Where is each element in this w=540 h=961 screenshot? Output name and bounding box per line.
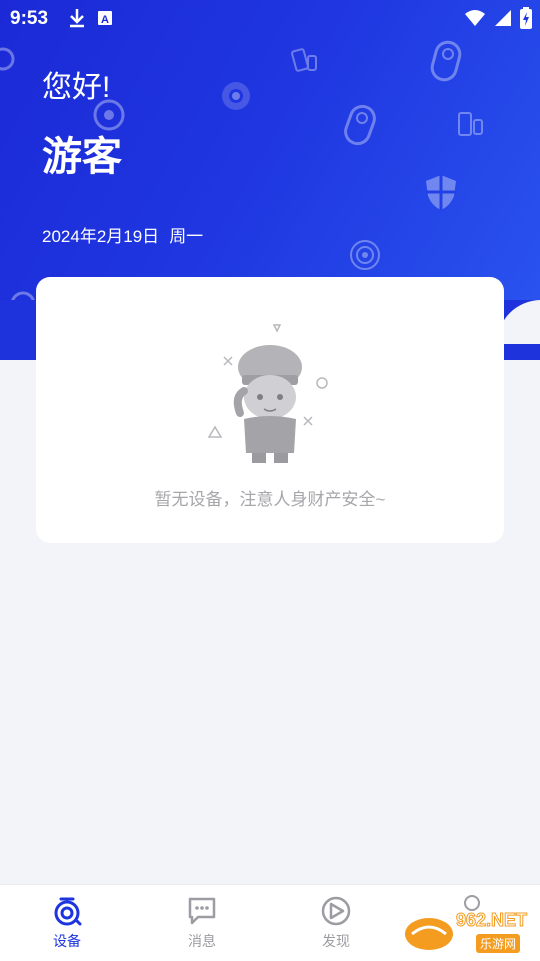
signal-icon bbox=[495, 10, 511, 26]
battery-icon bbox=[520, 7, 532, 29]
date-text: 2024年2月19日 bbox=[42, 227, 160, 246]
tab-device[interactable]: 设备 bbox=[27, 895, 107, 959]
device-card: 暂无设备，注意人身财产安全~ bbox=[36, 277, 504, 543]
weekday-text: 周一 bbox=[169, 227, 204, 246]
watermark-logo-icon bbox=[405, 918, 453, 950]
circle-deco-icon bbox=[0, 47, 15, 71]
police-mascot-icon bbox=[207, 324, 328, 463]
speaker-deco-icon bbox=[350, 240, 380, 270]
status-time: 9:53 bbox=[10, 8, 49, 29]
tab-discover-label: 发现 bbox=[322, 933, 350, 949]
translate-icon: A bbox=[98, 11, 112, 26]
shield-deco-icon bbox=[426, 175, 456, 210]
tracker-deco-icon bbox=[344, 104, 376, 146]
greeting-text: 您好! bbox=[42, 71, 111, 104]
download-icon bbox=[70, 9, 84, 28]
message-icon bbox=[188, 897, 216, 925]
watermark-text: 962.NET bbox=[455, 910, 528, 931]
empty-devices-message: 暂无设备，注意人身财产安全~ bbox=[154, 490, 386, 509]
wifi-icon bbox=[465, 10, 485, 26]
phone-deco-icon bbox=[458, 112, 483, 136]
status-system-icons bbox=[464, 7, 532, 29]
date-line: 2024年2月19日 周一 bbox=[42, 222, 203, 247]
tab-message[interactable]: 消息 bbox=[162, 895, 242, 959]
camera-deco-icon bbox=[222, 82, 250, 110]
status-notifications: A bbox=[68, 8, 114, 28]
device-icon bbox=[54, 897, 82, 926]
status-bar: 9:53 A bbox=[0, 0, 540, 36]
site-watermark: 962.NET 乐游网 bbox=[404, 910, 534, 956]
tracker-deco-icon bbox=[430, 40, 462, 82]
tab-discover[interactable]: 发现 bbox=[296, 895, 376, 959]
svg-text:A: A bbox=[101, 14, 109, 26]
phone-deco-icon bbox=[291, 48, 317, 72]
watermark-subtext: 乐游网 bbox=[476, 934, 521, 953]
tab-message-label: 消息 bbox=[188, 933, 216, 949]
discover-icon bbox=[321, 896, 351, 926]
username: 游客 bbox=[42, 135, 122, 179]
tab-device-label: 设备 bbox=[53, 933, 81, 949]
